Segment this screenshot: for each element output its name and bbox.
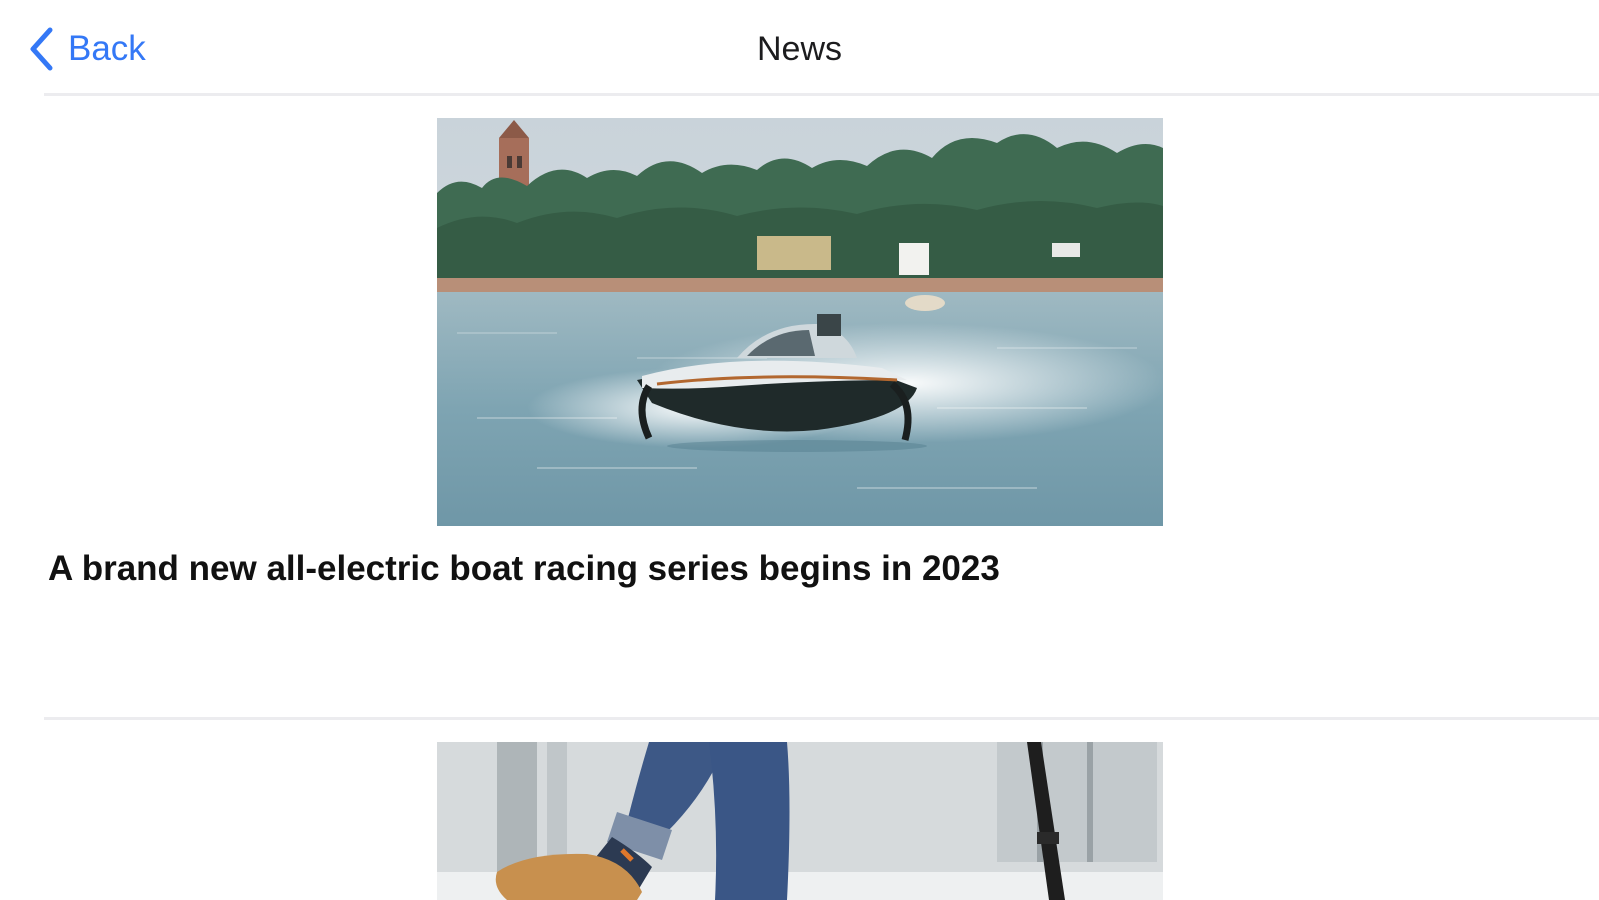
person-on-electric-scooter-photo [437, 742, 1163, 900]
news-screen: Back News A brand new all-electric boat … [0, 0, 1599, 900]
navigation-bar: Back News [0, 0, 1599, 96]
article-image-boat[interactable] [437, 118, 1163, 526]
article-title[interactable]: A brand new all-electric boat racing ser… [48, 545, 1448, 593]
article-separator [44, 717, 1599, 720]
nav-separator [44, 93, 1599, 96]
article-image-scooter[interactable] [437, 742, 1163, 900]
electric-racing-boat-photo [437, 118, 1163, 526]
page-title: News [756, 30, 843, 68]
